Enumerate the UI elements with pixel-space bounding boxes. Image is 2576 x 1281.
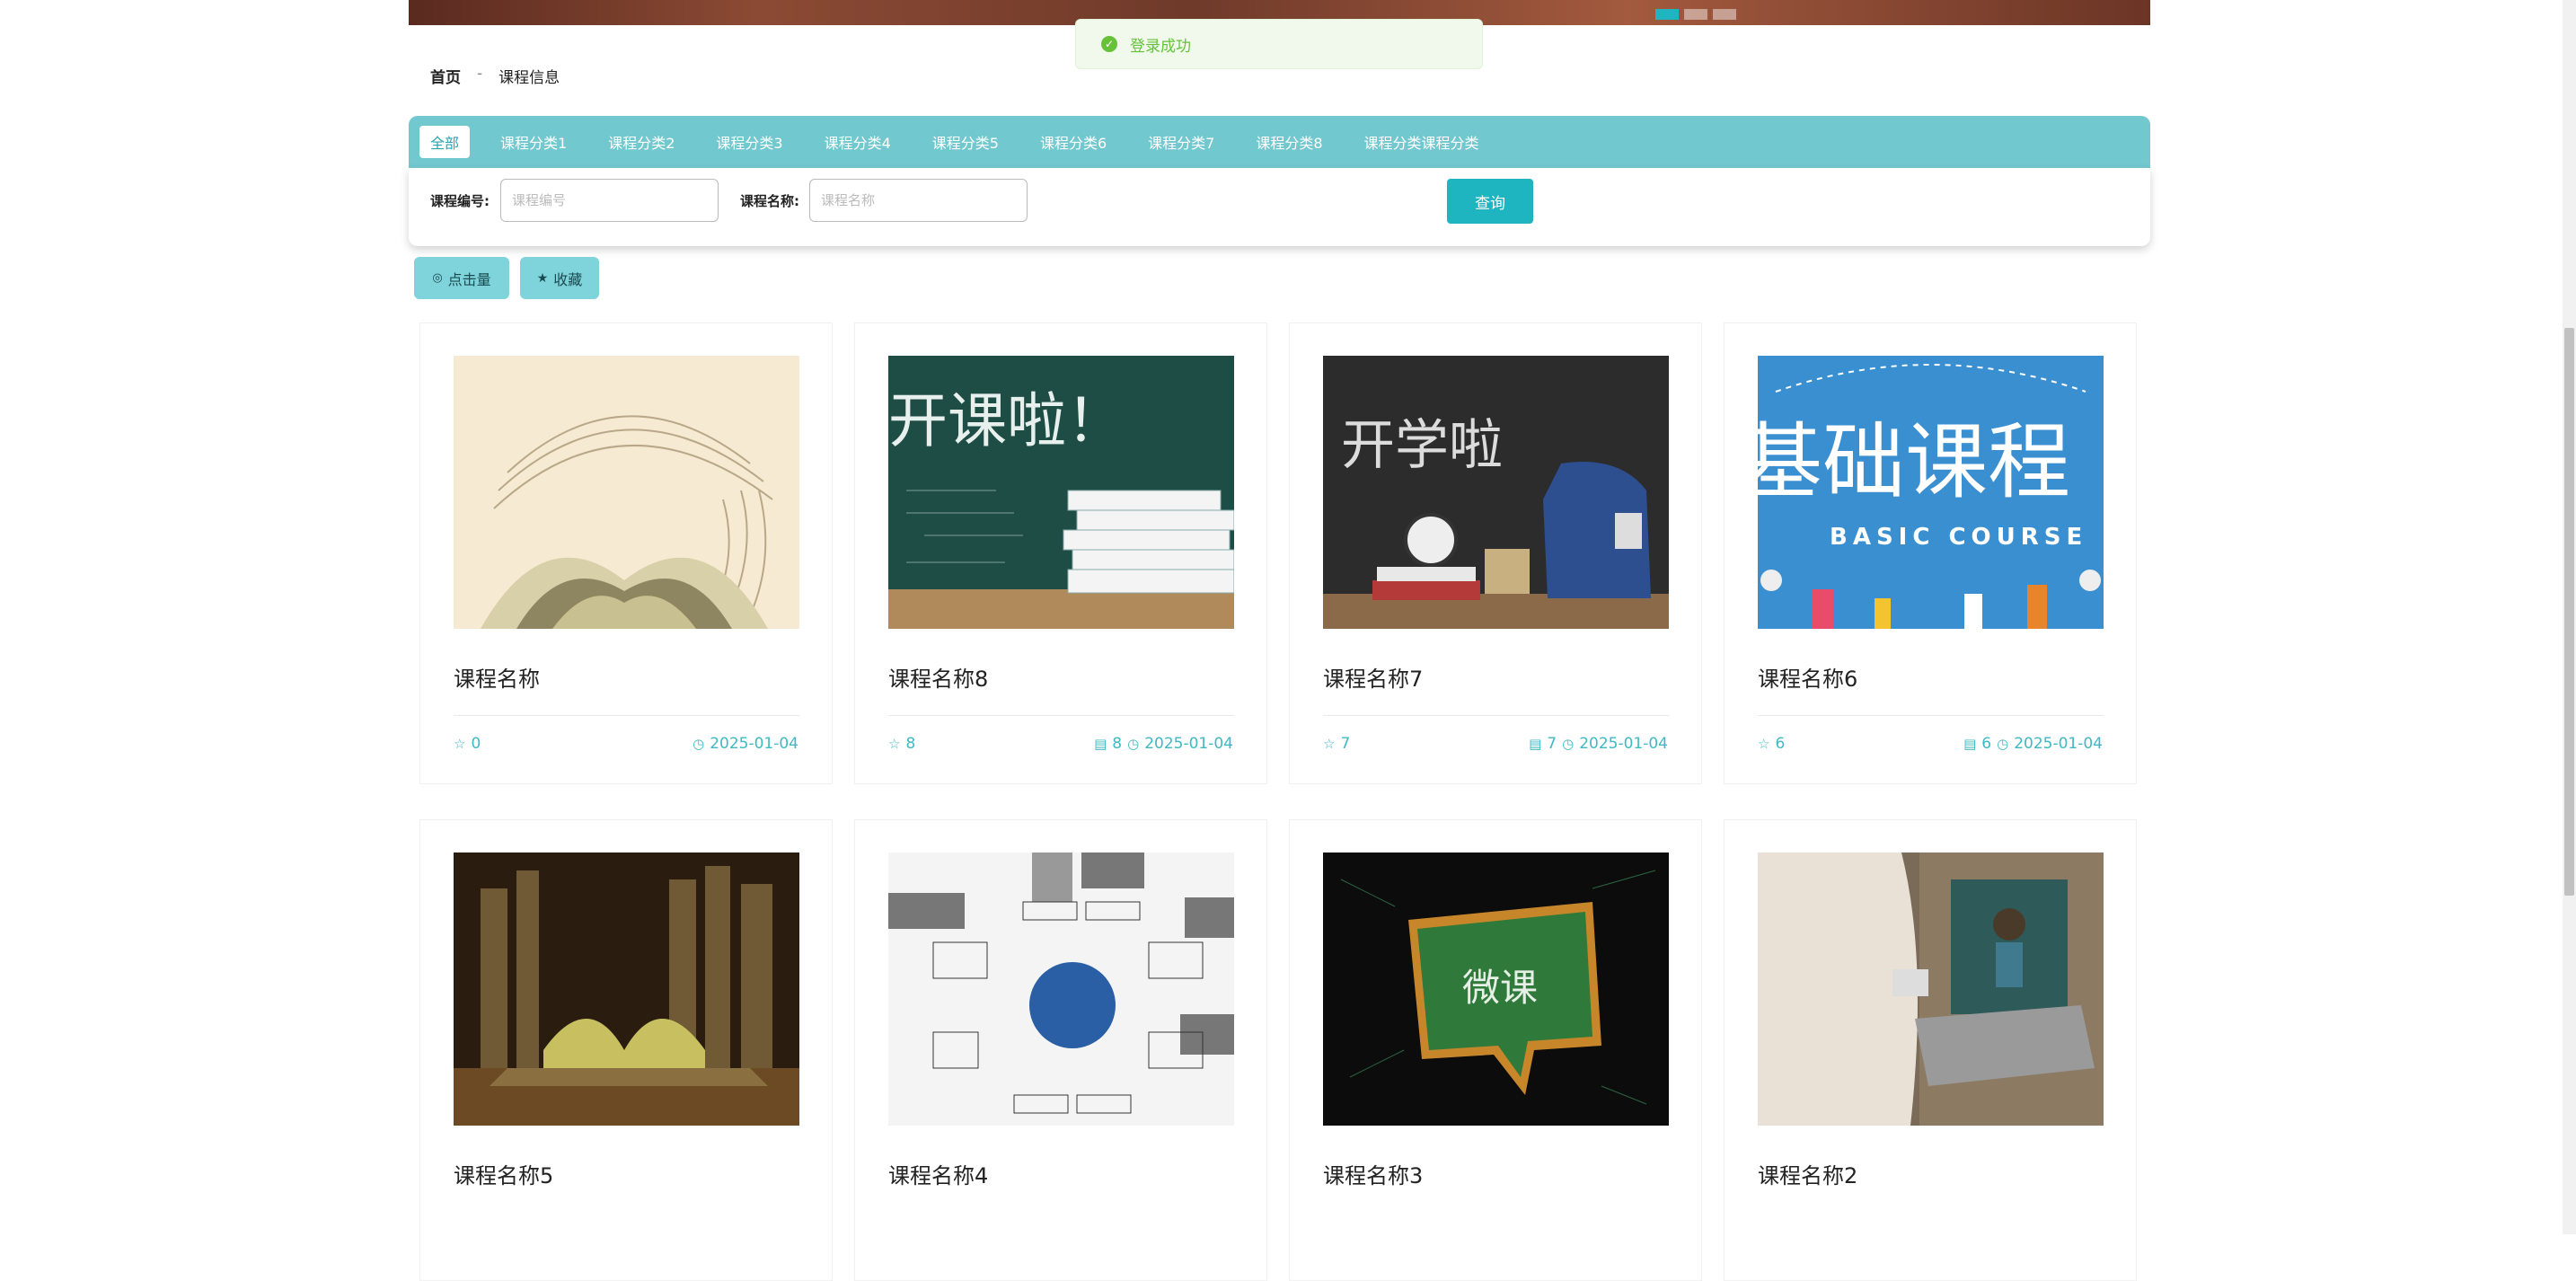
banner-dot[interactable] <box>1684 9 1707 20</box>
star-count-value: 6 <box>1775 735 1786 753</box>
date-value: 2025-01-04 <box>1579 735 1668 753</box>
document-icon: ▤ <box>1529 736 1542 752</box>
course-card[interactable]: 基础课程 BASIC COURSE 课程名称6 ☆ 6 ▤ 6 ◷ 2025-0… <box>1724 322 2137 784</box>
course-card[interactable]: 微课 课程名称3 <box>1289 819 1702 1281</box>
breadcrumb: 首页 - 课程信息 <box>430 65 560 87</box>
views-and-date: ▤ 6 ◷ 2025-01-04 <box>1963 735 2103 753</box>
date-value: 2025-01-04 <box>1144 735 1233 753</box>
category-tab[interactable]: 课程分类1 <box>490 126 578 158</box>
star-outline-icon[interactable]: ☆ <box>454 736 465 752</box>
star-count-value: 0 <box>471 735 481 753</box>
course-name[interactable]: 课程名称 <box>454 661 540 693</box>
svg-text:基础课程: 基础课程 <box>1758 414 2070 510</box>
banner-dot[interactable] <box>1655 9 1679 20</box>
svg-text:BASIC COURSE: BASIC COURSE <box>1830 524 2087 551</box>
views-and-date: ▤ 7 ◷ 2025-01-04 <box>1529 735 1668 753</box>
views-value: 7 <box>1547 735 1557 753</box>
document-icon: ▤ <box>1963 736 1977 752</box>
course-code-input[interactable] <box>500 179 719 222</box>
svg-text:微课: 微课 <box>1462 966 1538 1010</box>
course-name[interactable]: 课程名称2 <box>1758 1158 1857 1189</box>
course-name[interactable]: 课程名称4 <box>888 1158 988 1189</box>
clock-icon: ◷ <box>693 736 705 752</box>
sort-favorite-button[interactable]: ★ 收藏 <box>520 257 599 299</box>
card-divider <box>454 715 799 716</box>
banner-dot[interactable] <box>1713 9 1736 20</box>
eye-icon: ◎ <box>432 271 443 285</box>
course-thumbnail[interactable]: 开课啦！ <box>888 356 1234 629</box>
views-value: 8 <box>1112 735 1123 753</box>
course-card[interactable]: 课程名称 ☆ 0 ◷ 2025-01-04 <box>419 322 833 784</box>
category-tab[interactable]: 课程分类7 <box>1137 126 1225 158</box>
category-tab[interactable]: 课程分类课程分类 <box>1354 126 1490 158</box>
search-panel: 课程编号: 课程名称: 查询 <box>409 168 2150 246</box>
course-card[interactable]: 课程名称5 <box>419 819 833 1281</box>
document-icon: ▤ <box>1094 736 1107 752</box>
category-tab[interactable]: 课程分类4 <box>814 126 902 158</box>
category-tab[interactable]: 课程分类6 <box>1029 126 1117 158</box>
clock-icon: ◷ <box>1997 736 2009 752</box>
publish-date: ◷ 2025-01-04 <box>693 735 798 753</box>
course-thumbnail[interactable]: 开学啦 <box>1323 356 1669 629</box>
query-button[interactable]: 查询 <box>1447 179 1533 224</box>
category-bar: 全部 课程分类1 课程分类2 课程分类3 课程分类4 课程分类5 课程分类6 课… <box>409 116 2150 168</box>
course-name[interactable]: 课程名称5 <box>454 1158 553 1189</box>
category-tab-all[interactable]: 全部 <box>419 126 471 158</box>
star-count: ☆ 6 <box>1758 735 1785 753</box>
course-name[interactable]: 课程名称8 <box>888 661 988 693</box>
star-outline-icon[interactable]: ☆ <box>1323 736 1335 752</box>
category-tab[interactable]: 课程分类5 <box>922 126 1010 158</box>
star-count-value: 7 <box>1340 735 1351 753</box>
sort-favorite-label: 收藏 <box>553 270 583 288</box>
course-name-label: 课程名称: <box>740 193 799 209</box>
course-code-label: 课程编号: <box>430 193 490 209</box>
svg-text:开课啦！: 开课啦！ <box>888 386 1125 455</box>
card-divider <box>1323 715 1669 716</box>
toast-message: 登录成功 <box>1130 37 1191 56</box>
course-card[interactable]: 课程名称4 <box>854 819 1267 1281</box>
views-value: 6 <box>1981 735 1992 753</box>
check-circle-icon: ✓ <box>1101 36 1117 52</box>
star-count: ☆ 0 <box>454 735 481 753</box>
course-card[interactable]: 开课啦！ 课程名称8 ☆ 8 ▤ 8 ◷ 2025-01-04 <box>854 322 1267 784</box>
banner-indicators <box>1655 9 1736 20</box>
course-thumbnail[interactable] <box>1758 853 2104 1126</box>
course-card[interactable]: 课程名称2 <box>1724 819 2137 1281</box>
course-thumbnail[interactable]: 基础课程 BASIC COURSE <box>1758 356 2104 629</box>
scrollbar-thumb[interactable] <box>2564 328 2574 896</box>
category-tab[interactable]: 课程分类2 <box>597 126 685 158</box>
date-value: 2025-01-04 <box>710 735 798 753</box>
clock-icon: ◷ <box>1562 736 1575 752</box>
date-value: 2025-01-04 <box>2014 735 2103 753</box>
course-thumbnail[interactable]: 微课 <box>1323 853 1669 1126</box>
breadcrumb-home[interactable]: 首页 <box>430 65 461 87</box>
course-thumbnail[interactable] <box>454 853 799 1126</box>
star-outline-icon[interactable]: ☆ <box>888 736 900 752</box>
sort-clicks-label: 点击量 <box>447 270 491 288</box>
category-tab[interactable]: 课程分类3 <box>705 126 793 158</box>
success-toast: ✓ 登录成功 <box>1075 19 1483 69</box>
course-name[interactable]: 课程名称3 <box>1323 1158 1423 1189</box>
star-count: ☆ 7 <box>1323 735 1350 753</box>
svg-text:开学啦: 开学啦 <box>1341 414 1503 477</box>
breadcrumb-separator: - <box>477 65 483 83</box>
star-count-value: 8 <box>905 735 916 753</box>
sort-clicks-button[interactable]: ◎ 点击量 <box>414 257 509 299</box>
star-count: ☆ 8 <box>888 735 915 753</box>
course-thumbnail[interactable] <box>454 356 799 629</box>
course-name-input[interactable] <box>809 179 1028 222</box>
course-name[interactable]: 课程名称7 <box>1323 661 1423 693</box>
star-outline-icon[interactable]: ☆ <box>1758 736 1769 752</box>
star-icon: ★ <box>536 270 549 286</box>
course-thumbnail[interactable] <box>888 853 1234 1126</box>
course-card[interactable]: 开学啦 课程名称7 ☆ 7 ▤ 7 ◷ 2025-01-04 <box>1289 322 1702 784</box>
card-divider <box>1758 715 2104 716</box>
card-divider <box>888 715 1234 716</box>
breadcrumb-current: 课程信息 <box>498 69 560 87</box>
course-name[interactable]: 课程名称6 <box>1758 661 1857 693</box>
category-tab[interactable]: 课程分类8 <box>1245 126 1333 158</box>
clock-icon: ◷ <box>1127 736 1140 752</box>
views-and-date: ▤ 8 ◷ 2025-01-04 <box>1094 735 1233 753</box>
